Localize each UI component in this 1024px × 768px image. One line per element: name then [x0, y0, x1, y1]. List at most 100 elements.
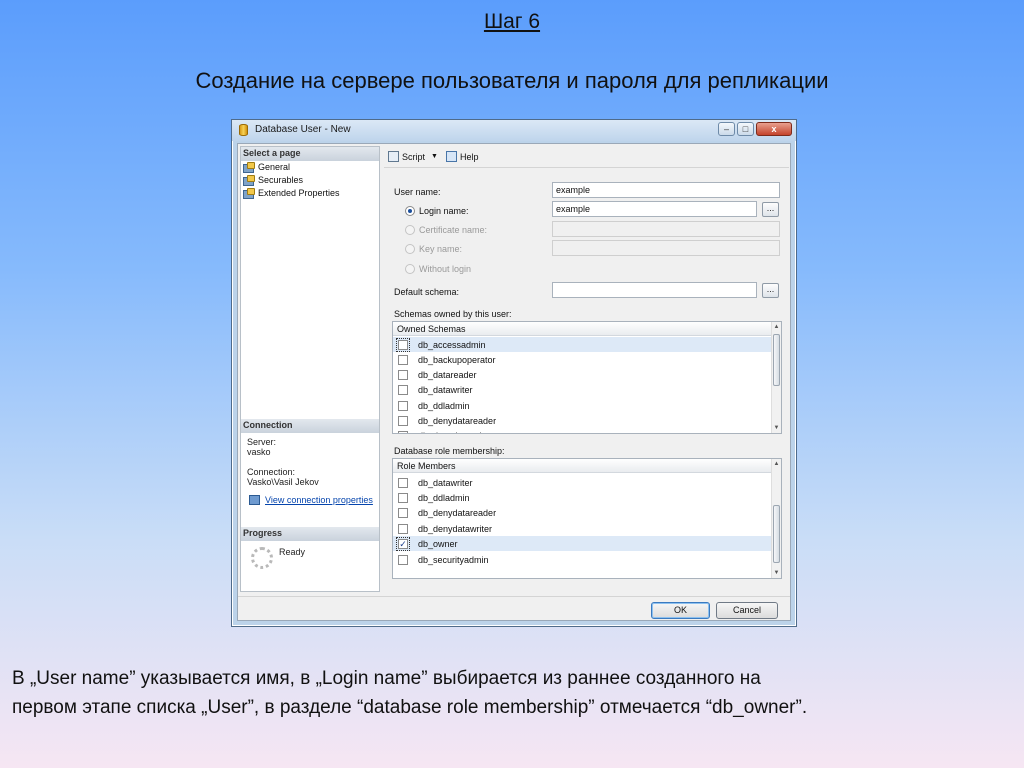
without-login-radio[interactable] [405, 264, 415, 274]
list-item[interactable]: db_accessadmin [393, 337, 771, 352]
connection-properties-icon [249, 495, 260, 505]
list-item[interactable]: db_denydatawriter [393, 428, 771, 433]
list-item[interactable]: db_datawriter [393, 475, 771, 490]
role-checkbox[interactable] [398, 477, 408, 488]
page-item-general[interactable]: General [243, 161, 290, 173]
schemas-section-label: Schemas owned by this user: [394, 309, 512, 319]
server-label: Server: [247, 437, 277, 447]
list-item[interactable]: db_denydatawriter [393, 521, 771, 536]
schema-checkbox[interactable] [398, 430, 408, 433]
page-item-securables[interactable]: Securables [243, 174, 303, 186]
login-name-input[interactable]: example [552, 201, 757, 217]
list-item[interactable]: db_securityadmin [393, 552, 771, 567]
owned-schemas-column-header[interactable]: Owned Schemas [393, 322, 771, 336]
list-item-label: db_owner [418, 538, 458, 549]
scroll-up-icon[interactable]: ▲ [772, 322, 781, 332]
role-checkbox-checked[interactable]: ✓ [396, 536, 410, 551]
role-members-list: Role Members db_datawriter db_ddladmin d… [392, 458, 782, 579]
certificate-name-radio[interactable] [405, 225, 415, 235]
script-button[interactable]: Script [402, 152, 425, 162]
owned-schemas-list: Owned Schemas db_accessadmin db_backupop… [392, 321, 782, 434]
dialog-client-area: Select a page General Securables Extende… [237, 143, 791, 621]
role-members-scrollbar[interactable]: ▲ ▼ [771, 459, 781, 578]
page-item-label: Extended Properties [258, 188, 340, 198]
progress-spinner-icon [251, 547, 273, 569]
role-checkbox[interactable] [398, 507, 408, 518]
help-icon [445, 151, 457, 162]
help-button[interactable]: Help [460, 152, 479, 162]
slide-step-heading: Шаг 6 [483, 10, 541, 33]
page-icon [243, 175, 255, 186]
role-checkbox[interactable] [398, 492, 408, 503]
minimize-button[interactable]: – [718, 122, 735, 136]
user-name-label: User name: [394, 187, 441, 197]
close-button[interactable]: x [756, 122, 792, 136]
certificate-name-input[interactable] [552, 221, 780, 237]
scroll-down-icon[interactable]: ▼ [772, 568, 781, 578]
select-page-header: Select a page [241, 147, 379, 161]
chevron-down-icon[interactable]: ▼ [431, 153, 438, 160]
user-name-input[interactable]: example [552, 182, 780, 198]
list-item[interactable]: db_ddladmin [393, 490, 771, 505]
list-item[interactable]: db_denydatareader [393, 413, 771, 428]
list-item[interactable]: db_ddladmin [393, 398, 771, 413]
roles-section-label: Database role membership: [394, 446, 505, 456]
key-name-input[interactable] [552, 240, 780, 256]
default-schema-input[interactable] [552, 282, 757, 298]
slide-caption: В „User name” указывается имя, в „Login … [12, 664, 1017, 722]
list-item[interactable]: db_backupoperator [393, 352, 771, 367]
role-members-column-header[interactable]: Role Members [393, 459, 771, 473]
login-name-browse-button[interactable]: ... [762, 202, 779, 217]
schema-checkbox[interactable] [398, 415, 408, 426]
view-connection-properties-link[interactable]: View connection properties [265, 495, 373, 505]
schema-checkbox[interactable] [396, 337, 410, 352]
progress-status: Ready [279, 547, 306, 557]
key-name-radio[interactable] [405, 244, 415, 254]
caption-line-1: В „User name” указывается имя, в „Login … [12, 668, 761, 689]
page-item-extended-properties[interactable]: Extended Properties [243, 187, 340, 199]
ok-button[interactable]: OK [651, 602, 710, 619]
scroll-thumb[interactable] [773, 334, 780, 386]
list-item-label: db_datareader [418, 369, 477, 380]
page-icon [243, 162, 255, 173]
title-bar[interactable]: Database User - New – □ x [232, 120, 796, 141]
list-item-label: db_denydatareader [418, 415, 497, 426]
connection-label: Connection: [247, 467, 296, 477]
left-pane: Select a page General Securables Extende… [240, 146, 380, 592]
schema-checkbox[interactable] [398, 400, 408, 411]
server-value: vasko [247, 447, 271, 457]
login-name-label: Login name: [419, 206, 469, 216]
list-item[interactable]: db_datareader [393, 367, 771, 382]
list-item-label: db_denydatawriter [418, 523, 493, 534]
key-name-label: Key name: [419, 244, 463, 254]
right-pane: Script ▼ Help User name: example Login n… [384, 146, 789, 592]
list-item-label: db_denydatareader [418, 507, 497, 518]
role-checkbox[interactable] [398, 554, 408, 565]
default-schema-browse-button[interactable]: ... [762, 283, 779, 298]
scroll-down-icon[interactable]: ▼ [772, 423, 781, 433]
schema-checkbox[interactable] [398, 354, 408, 365]
scroll-thumb[interactable] [773, 505, 780, 563]
window-title: Database User - New [255, 124, 351, 135]
role-checkbox[interactable] [398, 523, 408, 534]
list-item[interactable]: db_datawriter [393, 382, 771, 397]
list-item-label: db_datawriter [418, 384, 473, 395]
owned-schemas-scrollbar[interactable]: ▲ ▼ [771, 322, 781, 433]
page-item-label: Securables [258, 175, 304, 185]
list-item-label: db_ddladmin [418, 492, 470, 503]
cancel-button[interactable]: Cancel [716, 602, 778, 619]
list-item[interactable]: db_denydatareader [393, 505, 771, 520]
without-login-label: Without login [419, 264, 472, 274]
connection-header: Connection [241, 419, 379, 433]
certificate-name-label: Certificate name: [419, 225, 488, 235]
maximize-button[interactable]: □ [737, 122, 754, 136]
schema-checkbox[interactable] [398, 384, 408, 395]
scroll-up-icon[interactable]: ▲ [772, 459, 781, 469]
login-name-radio[interactable] [405, 206, 415, 216]
script-icon [388, 151, 399, 162]
list-item[interactable]: ✓ db_owner [393, 536, 771, 551]
schema-checkbox[interactable] [398, 369, 408, 380]
toolbar: Script ▼ Help [384, 146, 789, 168]
database-icon [239, 124, 248, 136]
list-item-label: db_accessadmin [418, 339, 486, 350]
